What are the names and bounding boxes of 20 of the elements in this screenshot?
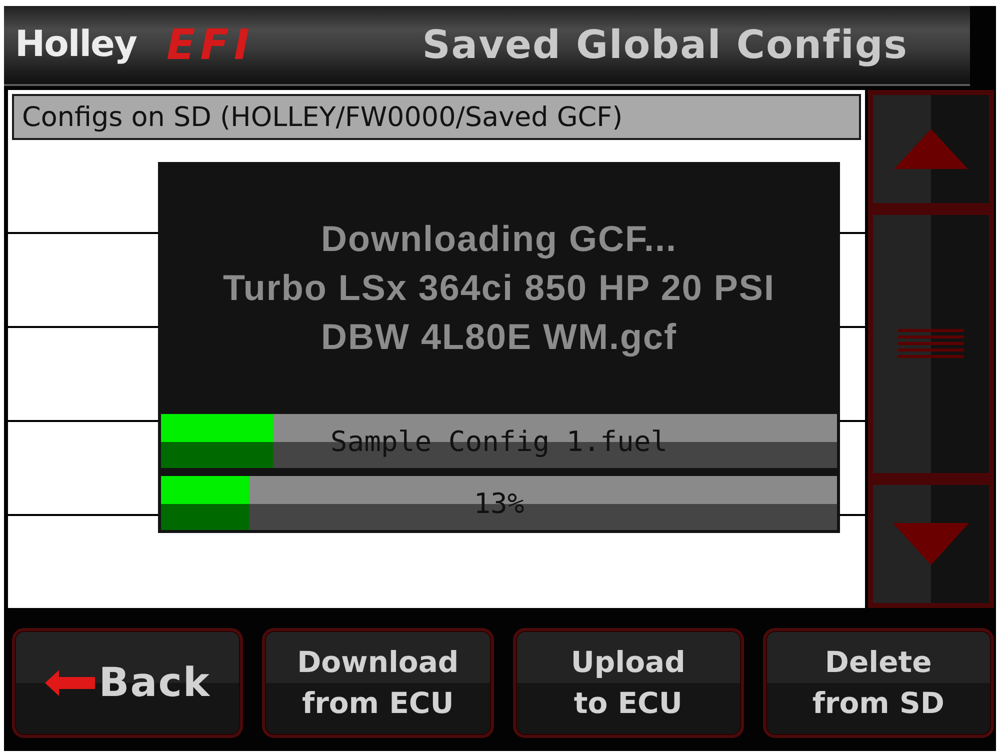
logo-efi-text: EFI — [166, 24, 254, 66]
logo-wordmark: Holley — [15, 27, 136, 63]
delete-button[interactable]: Delete from SD — [762, 628, 994, 738]
screen-title: Saved Global Configs — [422, 26, 908, 64]
scroll-down-button[interactable] — [873, 485, 989, 603]
arrow-left-icon — [44, 670, 95, 696]
scrollbar-thumb[interactable] — [873, 215, 989, 473]
upload-button[interactable]: Upload to ECU — [512, 628, 744, 738]
back-button[interactable]: Back — [12, 628, 244, 738]
dialog-message-line: DBW 4L80E WM.gcf — [320, 315, 677, 359]
grip-icon — [898, 329, 964, 359]
triangle-up-icon — [894, 129, 968, 169]
dialog-message-line: Turbo LSx 364ci 850 HP 20 PSI — [223, 266, 775, 310]
progress-label: Sample Config 1.fuel — [330, 424, 668, 458]
dialog-message-line: Downloading GCF... — [321, 217, 677, 261]
list-heading: Configs on SD (HOLLEY/FW0000/Saved GCF) — [12, 94, 861, 140]
triangle-down-icon — [893, 523, 969, 565]
progress-label: 13% — [474, 486, 524, 520]
download-button[interactable]: Download from ECU — [262, 628, 494, 738]
scroll-up-button[interactable] — [873, 95, 989, 203]
